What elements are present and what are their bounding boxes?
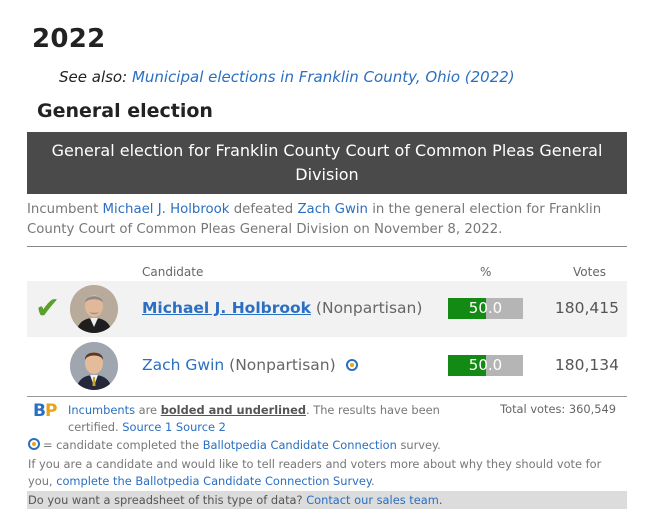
- race-banner: General election for Franklin County Cou…: [27, 132, 627, 194]
- general-election-heading: General election: [37, 100, 213, 122]
- candidate-photo[interactable]: [70, 342, 118, 390]
- candidate-connection-link[interactable]: Ballotpedia Candidate Connection: [203, 438, 397, 452]
- summary-loser-link[interactable]: Zach Gwin: [297, 202, 368, 217]
- table-divider: [27, 396, 627, 397]
- vote-count: 180,415: [554, 299, 619, 317]
- candidate-name-cell: Zach Gwin (Nonpartisan): [142, 356, 358, 374]
- race-summary: Incumbent Michael J. Holbrook defeated Z…: [27, 200, 627, 240]
- candidate-name-link[interactable]: Zach Gwin: [142, 356, 224, 374]
- candidate-row: ✔ Michael J. Holbrook (Nonpartisan) 50.0…: [27, 281, 627, 337]
- candidate-name-link[interactable]: Michael J. Holbrook: [142, 299, 311, 317]
- candidate-party: (Nonpartisan): [315, 299, 423, 317]
- percent-bar: 50.0: [448, 298, 523, 319]
- year-heading: 2022: [32, 24, 106, 54]
- checkmark-icon: ✔: [35, 291, 61, 326]
- see-also-label: See also:: [59, 68, 128, 86]
- candidate-connection-icon[interactable]: [345, 359, 358, 371]
- source-1-link[interactable]: Source 1: [122, 420, 172, 434]
- candidate-row: Zach Gwin (Nonpartisan) 50.0 180,134: [27, 338, 627, 394]
- source-2-link[interactable]: Source 2: [176, 420, 226, 434]
- ballotpedia-logo: BP: [33, 401, 57, 421]
- percent-bar: 50.0: [448, 355, 523, 376]
- see-also-link[interactable]: Municipal elections in Franklin County, …: [132, 68, 515, 86]
- survey-invite: If you are a candidate and would like to…: [28, 457, 602, 488]
- col-head-percent: %: [480, 265, 492, 279]
- col-head-candidate: Candidate: [142, 265, 204, 279]
- results-footnote: Incumbents are bolded and underlined. Th…: [68, 403, 440, 434]
- percent-value: 50.0: [468, 299, 503, 317]
- spreadsheet-bar: Do you want a spreadsheet of this type o…: [27, 491, 627, 509]
- col-head-votes: Votes: [573, 265, 606, 279]
- sales-team-link[interactable]: Contact our sales team: [306, 493, 439, 507]
- candidate-name-cell: Michael J. Holbrook (Nonpartisan): [142, 299, 422, 317]
- candidate-photo[interactable]: [70, 285, 118, 333]
- candidate-connection-note: = candidate completed the Ballotpedia Ca…: [28, 437, 441, 454]
- summary-verb: defeated: [233, 202, 294, 217]
- total-votes: Total votes: 360,549: [500, 402, 616, 416]
- candidate-party: (Nonpartisan): [229, 356, 336, 374]
- divider: [27, 246, 627, 247]
- percent-value: 50.0: [468, 356, 503, 374]
- bolded-note: bolded and underlined: [160, 403, 306, 417]
- candidate-connection-icon: [28, 438, 40, 450]
- vote-count: 180,134: [554, 356, 619, 374]
- incumbents-link[interactable]: Incumbents: [68, 403, 135, 417]
- summary-prefix: Incumbent: [27, 202, 99, 217]
- summary-winner-link[interactable]: Michael J. Holbrook: [103, 202, 230, 217]
- see-also: See also: Municipal elections in Frankli…: [59, 68, 515, 86]
- survey-link[interactable]: complete the Ballotpedia Candidate Conne…: [56, 474, 371, 488]
